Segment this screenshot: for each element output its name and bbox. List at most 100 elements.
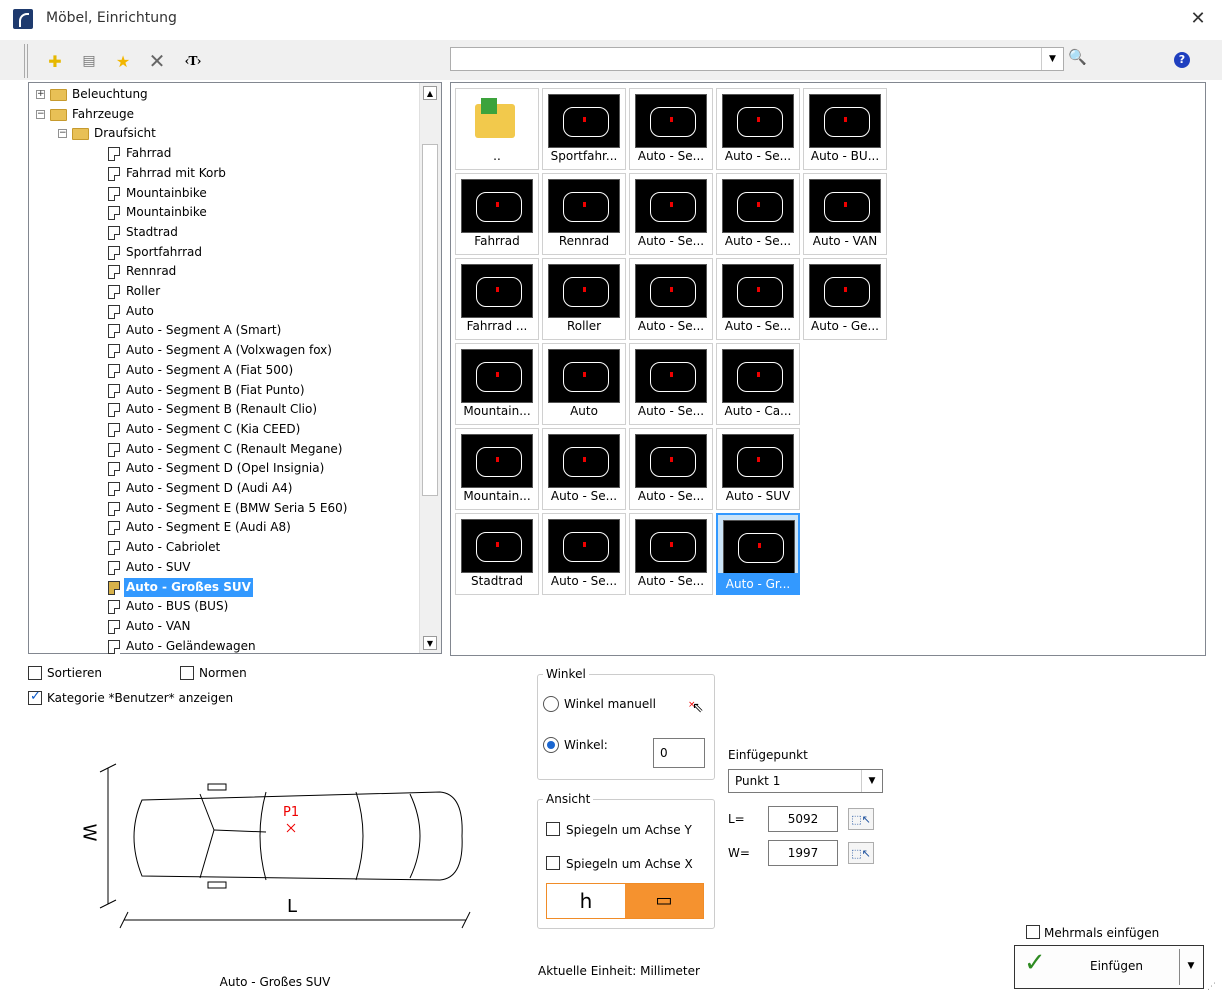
symbol-tile[interactable]: Auto - SUV xyxy=(716,428,800,510)
symbol-tile[interactable]: Auto - Se... xyxy=(542,428,626,510)
tree-node[interactable]: Auto - Segment B (Renault Clio) xyxy=(0,400,420,419)
symbol-tile[interactable]: Auto - Se... xyxy=(629,513,713,595)
symbol-thumbnail xyxy=(461,349,533,403)
close-button[interactable]: ✕ xyxy=(1186,8,1210,30)
tree-node[interactable]: Auto - BUS (BUS) xyxy=(0,597,420,616)
symbol-tile[interactable]: Fahrrad ... xyxy=(455,258,539,340)
expand-icon[interactable]: + xyxy=(36,90,45,99)
tree-node[interactable]: Fahrrad mit Korb xyxy=(0,164,420,183)
favorite-star-icon[interactable]: ★ xyxy=(112,50,134,72)
symbol-thumbnail xyxy=(722,264,794,318)
symbol-tile[interactable]: Auto xyxy=(542,343,626,425)
parent-folder-tile[interactable]: .. xyxy=(455,88,539,170)
symbol-tile[interactable]: Sportfahr... xyxy=(542,88,626,170)
tree-node[interactable]: Auto xyxy=(0,302,420,321)
length-input[interactable]: 5092 xyxy=(768,806,838,832)
mirror-x-checkbox[interactable] xyxy=(546,856,560,870)
symbol-tile[interactable]: Auto - Se... xyxy=(716,88,800,170)
symbol-tile[interactable]: Auto - Se... xyxy=(542,513,626,595)
width-input[interactable]: 1997 xyxy=(768,840,838,866)
properties-icon[interactable]: ▤ xyxy=(78,50,100,72)
window-title: Möbel, Einrichtung xyxy=(46,10,177,26)
tree-node[interactable]: − Fahrzeuge xyxy=(0,105,420,124)
tree-node[interactable]: Auto - Segment E (BMW Seria 5 E60) xyxy=(0,499,420,518)
scroll-down-button[interactable]: ▼ xyxy=(423,636,437,650)
manual-angle-label: Winkel manuell xyxy=(564,697,656,711)
symbol-tile[interactable]: Auto - Se... xyxy=(629,428,713,510)
tree-node[interactable]: Auto - Segment A (Volxwagen fox) xyxy=(0,341,420,360)
symbol-tile[interactable]: Mountain... xyxy=(455,428,539,510)
symbol-tile[interactable]: Auto - Se... xyxy=(629,88,713,170)
tree-node[interactable]: Fahrrad xyxy=(0,144,420,163)
insert-dropdown-icon[interactable]: ▼ xyxy=(1183,958,1199,974)
scroll-up-button[interactable]: ▲ xyxy=(423,86,437,100)
symbol-tile[interactable]: Auto - Se... xyxy=(716,173,800,255)
search-combo[interactable] xyxy=(450,47,1064,71)
tree-node[interactable]: Rennrad xyxy=(0,262,420,281)
symbol-tile[interactable]: Auto - Se... xyxy=(629,258,713,340)
collapse-icon[interactable]: − xyxy=(58,129,67,138)
symbol-tile[interactable]: Mountain... xyxy=(455,343,539,425)
sort-checkbox[interactable] xyxy=(28,666,42,680)
insertion-point-dropdown-icon[interactable]: ▼ xyxy=(861,770,882,792)
tree-node[interactable]: − Draufsicht xyxy=(0,124,420,143)
insertion-point-select[interactable]: Punkt 1 xyxy=(728,769,883,793)
symbol-tile[interactable]: Auto - BU... xyxy=(803,88,887,170)
tree-node[interactable]: Mountainbike xyxy=(0,203,420,222)
text-icon[interactable]: ‹T› xyxy=(176,50,210,72)
pick-length-icon[interactable]: ⬚↖ xyxy=(848,808,874,830)
symbol-tile[interactable]: Auto - Gr... xyxy=(716,513,800,595)
resize-grip-icon[interactable]: ⋰ xyxy=(1207,982,1219,994)
search-icon[interactable]: 🔍 xyxy=(1068,48,1092,70)
toolbar-grip[interactable] xyxy=(24,44,28,78)
add-icon[interactable]: ✚ xyxy=(44,50,66,72)
symbol-tile[interactable]: Auto - Se... xyxy=(716,258,800,340)
manual-angle-radio[interactable] xyxy=(543,696,559,712)
tree-node[interactable]: Stadtrad xyxy=(0,223,420,242)
tree-node[interactable]: Auto - Segment B (Fiat Punto) xyxy=(0,381,420,400)
symbol-tile[interactable]: Fahrrad xyxy=(455,173,539,255)
symbol-file-icon xyxy=(108,600,120,614)
tree-node[interactable]: Auto - Segment C (Renault Megane) xyxy=(0,440,420,459)
symbol-tile[interactable]: Auto - Ca... xyxy=(716,343,800,425)
tree-node[interactable]: Auto - Großes SUV xyxy=(0,578,420,597)
symbol-tile[interactable]: Auto - Se... xyxy=(629,343,713,425)
search-dropdown-icon[interactable]: ▼ xyxy=(1041,48,1063,70)
tree-node[interactable]: Auto - SUV xyxy=(0,558,420,577)
collapse-icon[interactable]: − xyxy=(36,110,45,119)
tree-node[interactable]: Auto - Segment D (Opel Insignia) xyxy=(0,459,420,478)
user-category-checkbox[interactable] xyxy=(28,689,42,705)
tree-node[interactable]: Auto - Segment D (Audi A4) xyxy=(0,479,420,498)
side-view-toggle[interactable]: h xyxy=(547,884,625,918)
symbol-tile[interactable]: Roller xyxy=(542,258,626,340)
tree-node[interactable]: Auto - Segment C (Kia CEED) xyxy=(0,420,420,439)
tree-node[interactable]: Auto - Geländewagen xyxy=(0,637,420,656)
tree-node[interactable]: Auto - Cabriolet xyxy=(0,538,420,557)
help-icon[interactable]: ? xyxy=(1174,52,1190,68)
mirror-y-checkbox[interactable] xyxy=(546,822,560,836)
symbol-tile[interactable]: Auto - VAN xyxy=(803,173,887,255)
multi-insert-checkbox[interactable] xyxy=(1026,925,1040,939)
tree-node[interactable]: Roller xyxy=(0,282,420,301)
symbol-tile[interactable]: Auto - Se... xyxy=(629,173,713,255)
tree-node[interactable]: Auto - Segment A (Smart) xyxy=(0,321,420,340)
norms-checkbox[interactable] xyxy=(180,666,194,680)
symbol-tile[interactable]: Auto - Ge... xyxy=(803,258,887,340)
tree-scroll-thumb[interactable] xyxy=(422,144,438,496)
tree-node[interactable]: Auto - Segment A (Fiat 500) xyxy=(0,361,420,380)
top-view-toggle[interactable]: ▭ xyxy=(625,884,703,918)
multi-insert-label: Mehrmals einfügen xyxy=(1044,926,1160,940)
tree-node[interactable]: Auto - Segment E (Audi A8) xyxy=(0,518,420,537)
angle-radio[interactable] xyxy=(543,737,559,753)
tree-node[interactable]: Mountainbike xyxy=(0,184,420,203)
pick-width-icon[interactable]: ⬚↖ xyxy=(848,842,874,864)
symbol-tile[interactable]: Rennrad xyxy=(542,173,626,255)
tree-node[interactable]: + Beleuchtung xyxy=(0,85,420,104)
tree-node[interactable]: Auto - VAN xyxy=(0,617,420,636)
symbol-tile[interactable]: Stadtrad xyxy=(455,513,539,595)
angle-input[interactable]: 0 xyxy=(653,738,705,768)
symbol-file-icon xyxy=(108,443,120,457)
delete-icon[interactable]: ✕ xyxy=(146,49,168,73)
tree-node[interactable]: Sportfahrrad xyxy=(0,243,420,262)
symbol-file-icon xyxy=(108,581,120,595)
